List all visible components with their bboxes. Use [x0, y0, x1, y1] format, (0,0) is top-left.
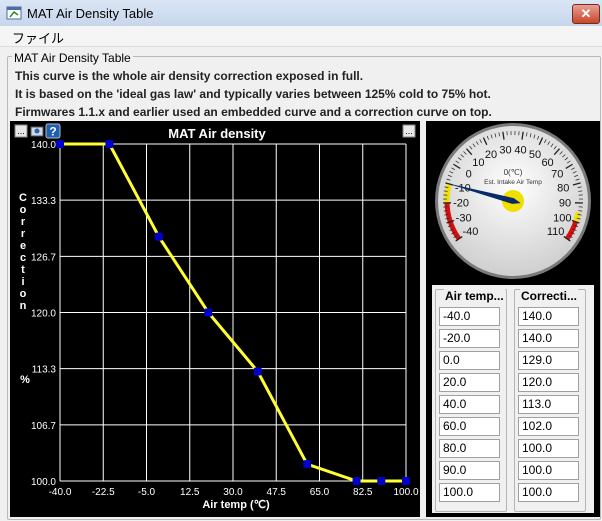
description-line-2: It is based on the 'ideal gas law' and t…: [15, 87, 491, 101]
app-window-icon: [6, 6, 22, 20]
y-tick-label: 126.7: [31, 252, 56, 263]
chart-menu-right-label: ...: [405, 126, 413, 136]
column-correction: Correcti... 140.0 140.0 129.0 120.0 113.0 102…: [514, 289, 586, 512]
x-tick-label: -22.5: [92, 487, 115, 498]
gauge-band-hot-yellow: [573, 211, 581, 223]
correction-cell[interactable]: 140.0: [518, 307, 579, 326]
correction-cell[interactable]: 100.0: [518, 439, 579, 458]
curve-table: Air temp... -40.0 -20.0 0.0 20.0 40.0 60.0 80.…: [432, 285, 594, 513]
gauge-tick-label: 20: [485, 149, 497, 161]
correction-cell[interactable]: 140.0: [518, 329, 579, 348]
column-header-air-temp: Air temp...: [444, 289, 505, 303]
air-temp-cell[interactable]: 20.0: [439, 373, 500, 392]
curve-point[interactable]: [303, 460, 312, 469]
curve-point[interactable]: [377, 477, 386, 485]
gauge-tick-label: 80: [557, 183, 569, 195]
panel-title: MAT Air Density Table: [12, 51, 133, 65]
y-tick-label: 140.0: [31, 140, 56, 151]
export-image-icon[interactable]: [30, 126, 44, 137]
x-tick-label: 65.0: [310, 487, 330, 498]
correction-cell[interactable]: 113.0: [518, 395, 579, 414]
gauge-band-cold-yellow: [444, 183, 452, 203]
x-tick-label: 30.0: [223, 487, 243, 498]
y-tick-label: 113.3: [32, 365, 57, 376]
x-tick-label: 82.5: [353, 487, 373, 498]
curve-point[interactable]: [402, 477, 410, 485]
air-temp-cell[interactable]: 80.0: [439, 439, 500, 458]
x-tick-label: 47.5: [267, 487, 287, 498]
gauge-tick-label: 50: [529, 149, 541, 161]
curve-point[interactable]: [204, 308, 213, 317]
curve-point[interactable]: [253, 367, 262, 376]
air-temp-cell[interactable]: 60.0: [439, 417, 500, 436]
air-temp-cell[interactable]: 100.0: [439, 483, 500, 502]
gauge-tick-label: -20: [453, 198, 469, 210]
column-header-correction: Correcti...: [520, 289, 579, 303]
x-tick-label: 12.5: [180, 487, 200, 498]
curve-point[interactable]: [154, 232, 163, 241]
air-temp-gauge: -40 -30 -20 -10 0 10 20 30 40 50 60 70 80 90 100 110 0(…: [426, 121, 600, 281]
correction-cell[interactable]: 120.0: [518, 373, 579, 392]
curve-point[interactable]: [105, 140, 114, 148]
gauge-tick-label: 40: [514, 145, 526, 157]
gauge-svg: -40-30-20-1001020 30 40 5060708090100110 0(…: [435, 123, 591, 279]
y-tick-label: 100.0: [31, 477, 56, 488]
gauge-tick-label: 10: [472, 157, 484, 169]
x-tick-label: -40.0: [49, 487, 72, 498]
window-title: MAT Air Density Table: [27, 6, 154, 21]
gauge-tick-label: 100: [553, 212, 571, 224]
gauge-tick-label: -40: [462, 226, 478, 238]
air-temp-cell[interactable]: -40.0: [439, 307, 500, 326]
chart-menu-left-label: ...: [17, 126, 25, 136]
gauge-tick-label: 90: [559, 198, 571, 210]
gauge-tick-label: 110: [547, 226, 565, 238]
y-tick-label: 106.7: [31, 421, 56, 432]
air-temp-cell[interactable]: 90.0: [439, 461, 500, 480]
description-line-3: Firmwares 1.1.x and earlier used an embe…: [15, 105, 492, 119]
column-air-temp: Air temp... -40.0 -20.0 0.0 20.0 40.0 60.0 80.…: [435, 289, 507, 512]
x-axis-label: Air temp (℃): [202, 499, 270, 511]
gauge-tick-label: 0: [466, 169, 472, 181]
menu-bar: ファイル: [0, 26, 602, 47]
y-axis-label: Correction: [19, 192, 27, 312]
title-bar: MAT Air Density Table ✕: [0, 0, 602, 27]
chart-title: MAT Air density: [168, 126, 266, 141]
help-label: ?: [49, 125, 56, 139]
chart-svg[interactable]: ... ? ... MAT Air density -40.0 -22.5 -5.0…: [10, 121, 420, 517]
correction-cell[interactable]: 100.0: [518, 483, 579, 502]
gauge-tick-label: -30: [456, 212, 472, 224]
curve-point[interactable]: [352, 477, 361, 485]
y-tick-label: 120.0: [31, 309, 56, 320]
curve-chart[interactable]: ... ? ... MAT Air density -40.0 -22.5 -5.0…: [10, 121, 420, 517]
gauge-tick-label: 70: [551, 169, 563, 181]
menu-file[interactable]: ファイル: [12, 28, 64, 47]
y-tick-label: 133.3: [31, 196, 56, 207]
gauge-tick-label: 60: [541, 157, 553, 169]
gauge-tick-label: 30: [499, 145, 511, 157]
gauge-readout: 0(℃): [504, 168, 523, 177]
table-container: Air temp... -40.0 -20.0 0.0 20.0 40.0 60.0 80.…: [426, 281, 600, 517]
x-tick-label: -5.0: [138, 487, 156, 498]
close-button[interactable]: ✕: [572, 4, 600, 24]
air-temp-cell[interactable]: 0.0: [439, 351, 500, 370]
curve-point[interactable]: [56, 140, 64, 148]
correction-cell[interactable]: 100.0: [518, 461, 579, 480]
air-temp-cell[interactable]: 40.0: [439, 395, 500, 414]
correction-cell[interactable]: 129.0: [518, 351, 579, 370]
x-tick-label: 100.0: [393, 487, 418, 498]
description-line-1: This curve is the whole air density corr…: [15, 69, 364, 83]
gauge-label: Est. Intake Air Temp: [484, 179, 542, 186]
correction-cell[interactable]: 102.0: [518, 417, 579, 436]
y-axis-unit: %: [20, 374, 30, 386]
air-temp-cell[interactable]: -20.0: [439, 329, 500, 348]
